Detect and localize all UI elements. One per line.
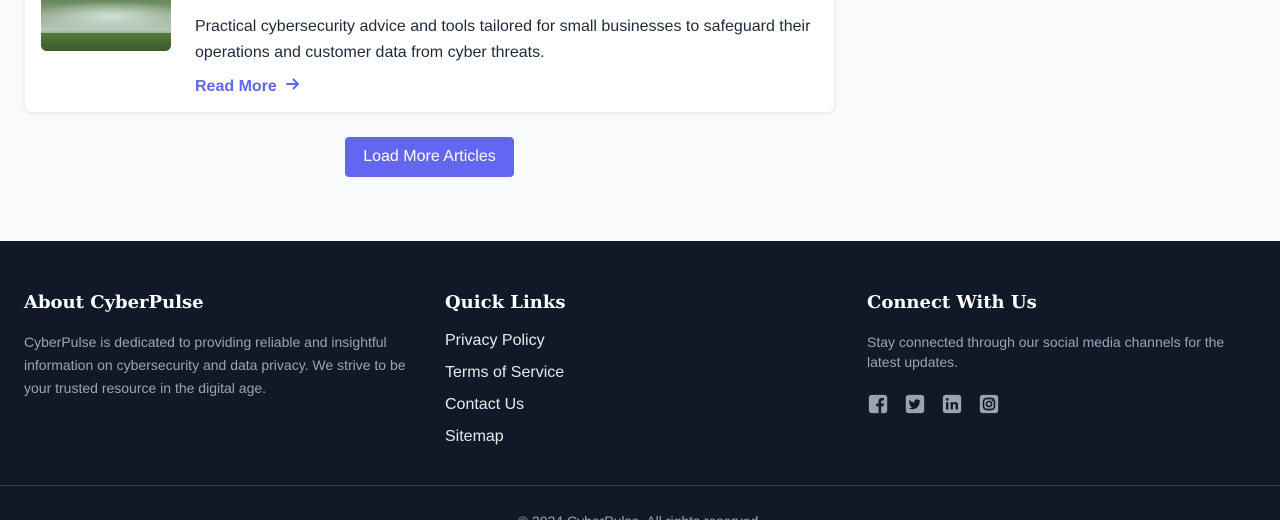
facebook-icon[interactable] (867, 393, 889, 415)
about-text: CyberPulse is dedicated to providing rel… (24, 334, 406, 396)
arrow-right-icon (285, 76, 301, 97)
site-footer: About CyberPulse CyberPulse is dedicated… (0, 241, 1280, 520)
twitter-icon[interactable] (904, 393, 926, 415)
thumbnail-grass (41, 33, 171, 51)
footer-quick-links: Quick Links Privacy Policy Terms of Serv… (445, 291, 825, 459)
thumbnail-mist (41, 1, 171, 31)
footer-divider (0, 485, 1280, 486)
social-links (867, 393, 1247, 415)
read-more-label: Read More (195, 77, 277, 95)
linkedin-icon[interactable] (941, 393, 963, 415)
connect-title: Connect With Us (867, 292, 1037, 313)
quick-links-title: Quick Links (445, 292, 566, 313)
connect-text: Stay connected through our social media … (867, 334, 1225, 370)
footer-about: About CyberPulse CyberPulse is dedicated… (24, 291, 414, 400)
about-title: About CyberPulse (24, 292, 204, 313)
link-privacy-policy[interactable]: Privacy Policy (445, 331, 825, 351)
copyright-text: © 2024 CyberPulse. All rights reserved. (0, 511, 1280, 520)
link-contact-us[interactable]: Contact Us (445, 395, 825, 415)
load-more-button[interactable]: Load More Articles (345, 137, 514, 177)
footer-connect: Connect With Us Stay connected through o… (867, 291, 1247, 415)
article-excerpt: Practical cybersecurity advice and tools… (195, 18, 811, 61)
read-more-link[interactable]: Read More (195, 76, 301, 97)
quick-links-list: Privacy Policy Terms of Service Contact … (445, 331, 825, 447)
article-thumbnail[interactable] (41, 0, 171, 51)
instagram-icon[interactable] (978, 393, 1000, 415)
articles-section: Practical cybersecurity advice and tools… (0, 0, 1280, 241)
link-terms-of-service[interactable]: Terms of Service (445, 363, 825, 383)
link-sitemap[interactable]: Sitemap (445, 427, 825, 447)
article-card: Practical cybersecurity advice and tools… (24, 0, 835, 113)
